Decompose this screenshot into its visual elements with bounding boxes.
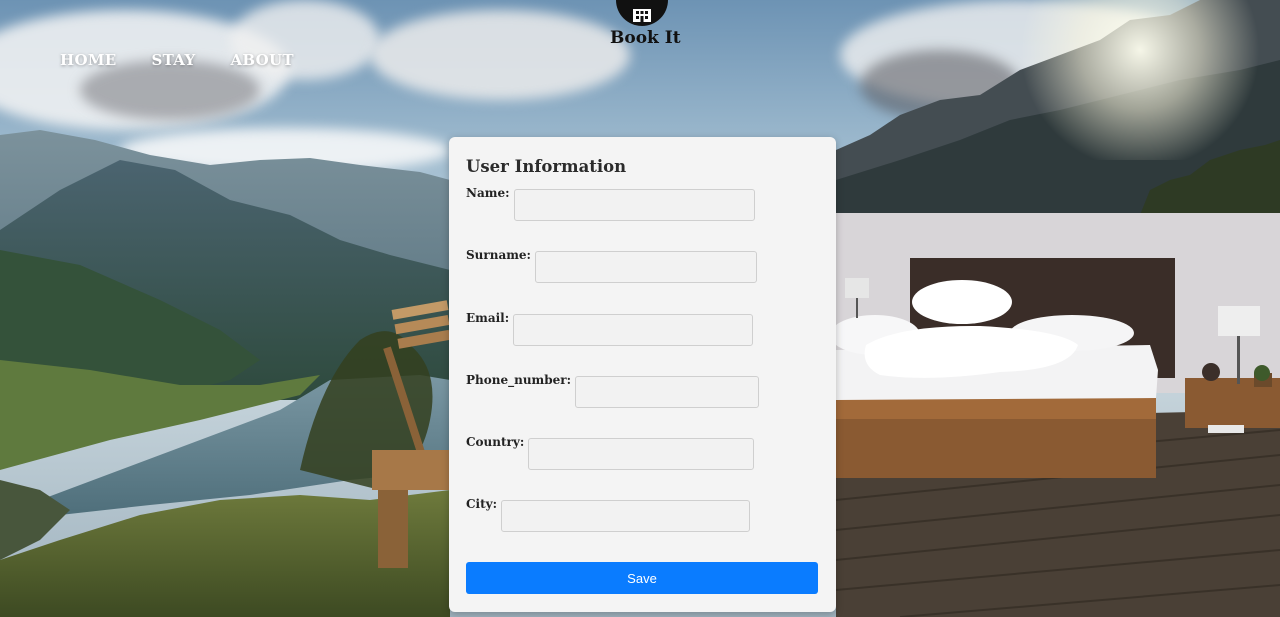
name-input[interactable] [513,189,755,221]
sun-glow [1010,0,1270,160]
name-field-row: Name: [466,186,755,221]
city-input[interactable] [501,500,751,532]
country-label: Country: [466,435,525,449]
brand-logo[interactable]: Book It [610,0,681,48]
nav-about-link[interactable]: ABOUT [230,51,293,69]
city-label: City: [466,497,498,511]
surname-label: Surname: [466,248,531,262]
country-input[interactable] [528,438,755,470]
phone-number-label: Phone_number: [466,373,572,387]
city-field-row: City: [466,497,751,532]
phone-number-input[interactable] [575,376,760,408]
name-label: Name: [466,186,510,200]
main-navigation: HOME STAY ABOUT [60,51,294,69]
email-input[interactable] [513,314,754,346]
nav-home-link[interactable]: HOME [60,51,116,69]
phone-number-field-row: Phone_number: [466,373,760,408]
logo-badge [616,0,668,26]
surname-field-row: Surname: [466,248,757,283]
nav-stay-link[interactable]: STAY [151,51,195,69]
brand-name: Book It [610,28,681,48]
save-button[interactable]: Save [466,562,818,594]
surname-input[interactable] [534,251,757,283]
hotel-building-icon [633,9,651,22]
user-information-form: User Information Name: Surname: Email: P… [449,137,836,612]
email-label: Email: [466,311,510,325]
country-field-row: Country: [466,435,755,470]
form-title: User Information [466,157,627,176]
email-field-row: Email: [466,311,754,346]
